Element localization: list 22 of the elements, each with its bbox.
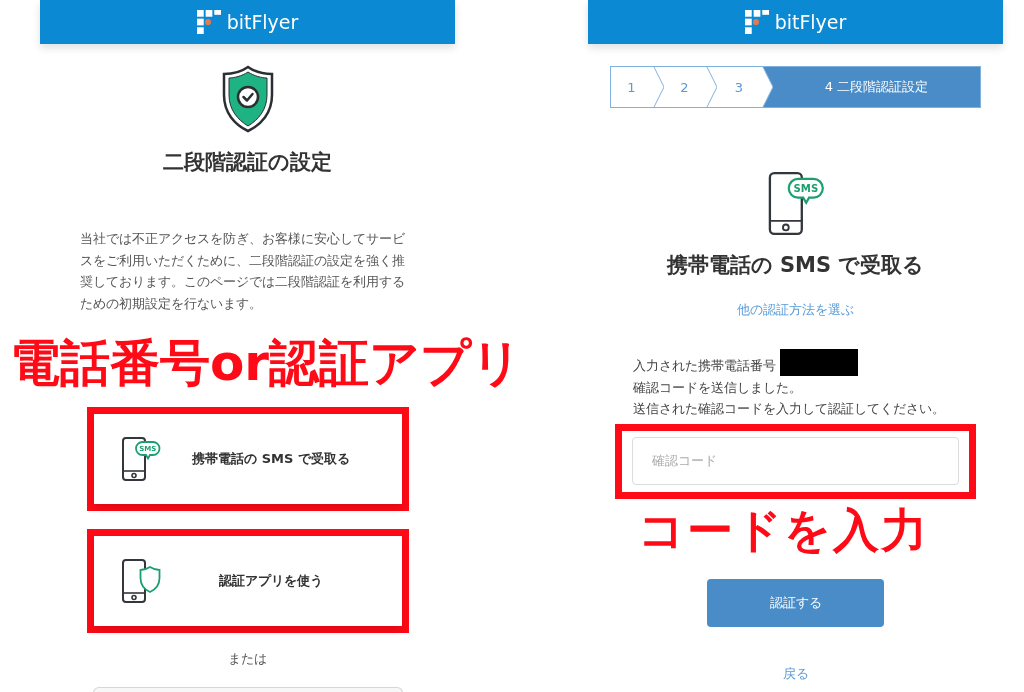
option-button[interactable] (92, 687, 403, 692)
page-title: 携帯電話の SMS で受取る (666, 252, 925, 279)
separator-text: または (228, 651, 267, 667)
logo-icon (744, 10, 769, 34)
brand-name: bitFlyer (226, 10, 299, 34)
back-link[interactable]: 戻る (782, 665, 809, 682)
annotation-text: コードを入力 (638, 507, 929, 553)
notice-text: 確認コードを送信しました。 (632, 378, 802, 397)
notice-text: 入力された携帯電話番号 (632, 357, 776, 375)
intro-text: 当社では不正アクセスを防ぎ、お客様に安心してサービスをご利用いただくために、二段階認証の設定を強く推奨しております。このページでは二段階認証を利用するための初期設定を行ないます。 (79, 230, 406, 313)
logo-icon (196, 10, 221, 34)
other-method-link[interactable]: 他の認証方法を選ぶ (737, 302, 854, 318)
page-title: 二段階認証の設定 (163, 149, 332, 176)
phone-shield-icon (120, 558, 161, 604)
instruction-text: 送信された確認コードを入力して認証してください。 (632, 400, 945, 418)
brand-name: bitFlyer (774, 10, 847, 34)
annotation-text: 電話番号or認証アプリ (10, 338, 522, 388)
progress-step: 4 二段階認証設定 (773, 67, 980, 107)
submit-button[interactable]: 認証する (707, 578, 884, 627)
code-input[interactable]: 確認コード (632, 436, 959, 485)
shield-check-icon (220, 65, 275, 133)
method-option-button[interactable]: 認証アプリを使う (93, 536, 402, 626)
